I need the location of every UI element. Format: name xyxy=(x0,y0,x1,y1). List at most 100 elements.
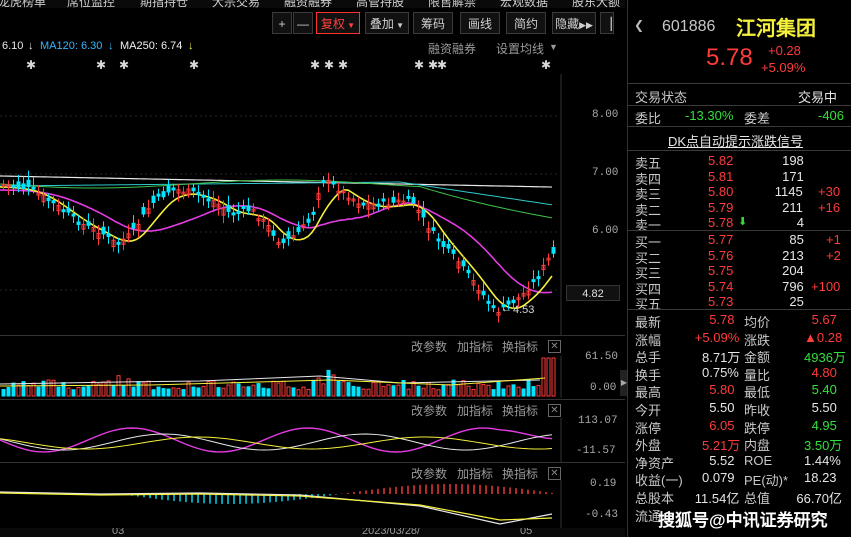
volume-bar xyxy=(6,386,11,397)
volume-bar xyxy=(391,385,396,397)
panel-collapse-icon[interactable]: ❮ xyxy=(634,18,644,32)
candle xyxy=(226,204,231,212)
zoom-out-button[interactable]: — xyxy=(293,12,313,34)
event-star-icon[interactable]: ✱ xyxy=(338,58,348,72)
current-price-tag: 4.82 xyxy=(566,285,620,301)
ask-volume: 1145 xyxy=(774,184,803,199)
stat-value: 5.52 xyxy=(709,452,735,468)
candle xyxy=(551,247,556,254)
volume-bar xyxy=(336,380,341,397)
event-star-icon[interactable]: ✱ xyxy=(189,58,199,72)
menu-item[interactable]: 期指持仓 xyxy=(140,0,188,8)
candle xyxy=(486,300,491,304)
volume-bar xyxy=(456,384,461,397)
scroll-handle[interactable]: ▕ xyxy=(600,12,614,34)
candle xyxy=(511,299,516,304)
stat-value: 0.75% xyxy=(702,364,739,380)
event-star-icon[interactable]: ✱ xyxy=(26,58,36,72)
separator xyxy=(628,150,851,151)
event-star-icon[interactable]: ✱ xyxy=(437,58,447,72)
volume-bar xyxy=(466,385,471,397)
candles xyxy=(1,170,556,323)
dk-signal-link[interactable]: DK点自动提示涨跌信号 xyxy=(668,131,803,150)
weibi-label: 委比 xyxy=(635,111,662,126)
watermark: 搜狐号@中讯证券研究 xyxy=(658,511,828,530)
candle xyxy=(191,187,196,192)
stats-row: 最高 5.80 最低 5.40 xyxy=(628,381,851,400)
event-star-icon[interactable]: ✱ xyxy=(119,58,129,72)
simple-mode-button[interactable]: 简约 xyxy=(506,12,546,34)
down-arrow-icon: ⬇ xyxy=(738,216,748,228)
volume-bar xyxy=(451,379,456,397)
stats-row: 总手 8.71万 金额 4936万 xyxy=(628,346,851,365)
close-icon[interactable]: ✕ xyxy=(548,340,561,353)
volume-bar xyxy=(446,384,451,397)
stats-row: 净资产 5.52 ROE 1.44% xyxy=(628,452,851,471)
chips-button[interactable]: 筹码 xyxy=(413,12,453,34)
event-star-icon[interactable]: ✱ xyxy=(324,58,334,72)
event-star-icon[interactable]: ✱ xyxy=(414,58,424,72)
ma-arrow-icon: ↓ xyxy=(108,40,114,52)
volume-bar xyxy=(161,388,166,397)
volume-bar xyxy=(276,382,281,397)
candle xyxy=(11,184,16,188)
candle xyxy=(461,260,466,267)
menu-item[interactable]: 龙虎榜单 xyxy=(0,0,46,8)
switch-indicator-button[interactable]: 换指标 xyxy=(502,402,538,419)
candle xyxy=(281,238,286,244)
candle xyxy=(331,181,336,185)
add-indicator-button[interactable]: 加指标 xyxy=(457,338,493,355)
set-ma-link[interactable]: 设置均线 xyxy=(496,40,544,57)
bid-volume: 796 xyxy=(782,278,804,294)
event-star-icon[interactable]: ✱ xyxy=(310,58,320,72)
close-icon[interactable]: ✕ xyxy=(548,467,561,480)
ma-arrow-icon: ↓ xyxy=(188,40,194,52)
close-icon[interactable]: ✕ xyxy=(548,404,561,417)
menu-item[interactable]: 限售解禁 xyxy=(428,0,476,8)
volume-bar xyxy=(461,380,466,397)
switch-indicator-button[interactable]: 换指标 xyxy=(502,338,538,355)
volume-bar xyxy=(476,382,481,397)
indicator2-top-value: 0.19 xyxy=(590,478,617,490)
candle xyxy=(21,183,26,190)
event-star-icon[interactable]: ✱ xyxy=(541,58,551,72)
volume-bar xyxy=(66,387,71,397)
volume-bar xyxy=(361,388,366,397)
fuquan-button[interactable]: 复权 ▼ xyxy=(316,12,360,34)
menu-item[interactable]: 股东大额 xyxy=(572,0,620,8)
candle xyxy=(531,279,536,283)
candle xyxy=(246,205,251,212)
volume-bar xyxy=(181,389,186,397)
ma-arrow-icon: ↓ xyxy=(28,40,34,52)
volume-bar xyxy=(301,386,306,397)
candlestick-chart[interactable]: ← 4.53 xyxy=(0,74,625,336)
volume-bar xyxy=(31,382,36,397)
volume-bar xyxy=(226,384,231,397)
margin-trading-link[interactable]: 融资融券 xyxy=(428,40,476,57)
event-star-icon[interactable]: ✱ xyxy=(96,58,106,72)
menu-item[interactable]: 高管持股 xyxy=(356,0,404,8)
volume-bar xyxy=(266,388,271,397)
edit-params-button[interactable]: 改参数 xyxy=(411,338,447,355)
stat-value: 5.80 xyxy=(709,382,735,398)
menu-item[interactable]: 大宗交易 xyxy=(212,0,260,8)
volume-bar xyxy=(111,384,116,397)
volume-bar xyxy=(171,387,176,397)
candle xyxy=(151,195,156,203)
ask-price: 5.81 xyxy=(708,168,734,184)
zoom-in-button[interactable]: + xyxy=(272,12,292,34)
menu-item[interactable]: 宏观数据 xyxy=(500,0,548,8)
pct-change: +5.09% xyxy=(761,60,806,75)
overlay-button[interactable]: 叠加 ▼ xyxy=(365,12,409,34)
volume-bar xyxy=(546,357,551,397)
edit-params-button[interactable]: 改参数 xyxy=(411,402,447,419)
weibi-value: -13.30% xyxy=(685,108,734,123)
menu-item[interactable]: 融资融券 xyxy=(284,0,332,8)
add-indicator-button[interactable]: 加指标 xyxy=(457,402,493,419)
menu-item[interactable]: 席位监控 xyxy=(67,0,115,8)
draw-line-button[interactable]: 画线 xyxy=(460,12,500,34)
volume-bar xyxy=(351,385,356,397)
bid-delta: +100 xyxy=(811,278,841,294)
volume-bar xyxy=(421,387,426,397)
hide-button[interactable]: 隐藏▶▶ xyxy=(552,12,596,34)
